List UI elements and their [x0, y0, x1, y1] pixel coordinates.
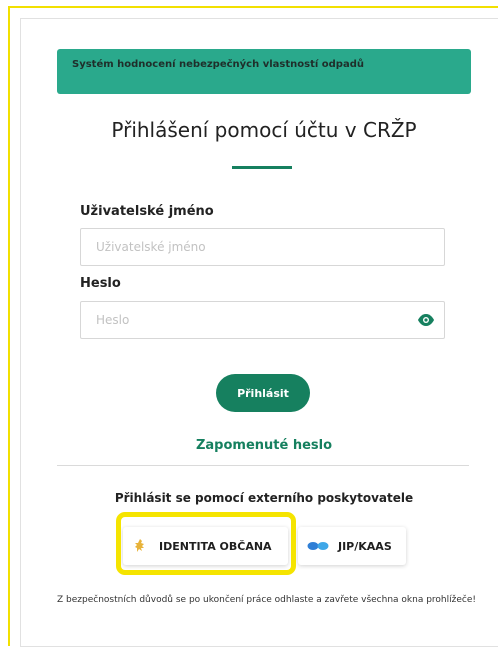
username-label: Uživatelské jméno — [80, 204, 214, 219]
external-provider-title: Přihlásit se pomocí externího poskytovat… — [114, 491, 414, 505]
forgot-password-link[interactable]: Zapomenuté heslo — [57, 438, 471, 453]
username-field-wrapper — [80, 228, 445, 266]
jip-kaas-label: JIP/KAAS — [338, 539, 392, 553]
highlight-box — [116, 512, 296, 575]
eye-icon[interactable] — [418, 314, 434, 326]
security-note: Z bezpečnostních důvodů se po ukončení p… — [57, 595, 476, 605]
title-underline — [232, 166, 292, 169]
app-banner: Systém hodnocení nebezpečných vlastností… — [57, 49, 471, 94]
password-label: Heslo — [80, 276, 121, 291]
banner-text: Systém hodnocení nebezpečných vlastností… — [72, 59, 364, 70]
page-title: Přihlášení pomocí účtu v CRŽP — [111, 118, 417, 142]
divider — [57, 465, 469, 466]
jip-kaas-button[interactable]: JIP/KAAS — [298, 527, 406, 565]
login-button[interactable]: Přihlásit — [216, 374, 310, 412]
password-input[interactable] — [81, 302, 396, 338]
password-field-wrapper — [80, 301, 445, 339]
card-bottom-border — [20, 646, 498, 647]
jip-logo-icon — [307, 542, 329, 550]
username-input[interactable] — [81, 229, 396, 265]
